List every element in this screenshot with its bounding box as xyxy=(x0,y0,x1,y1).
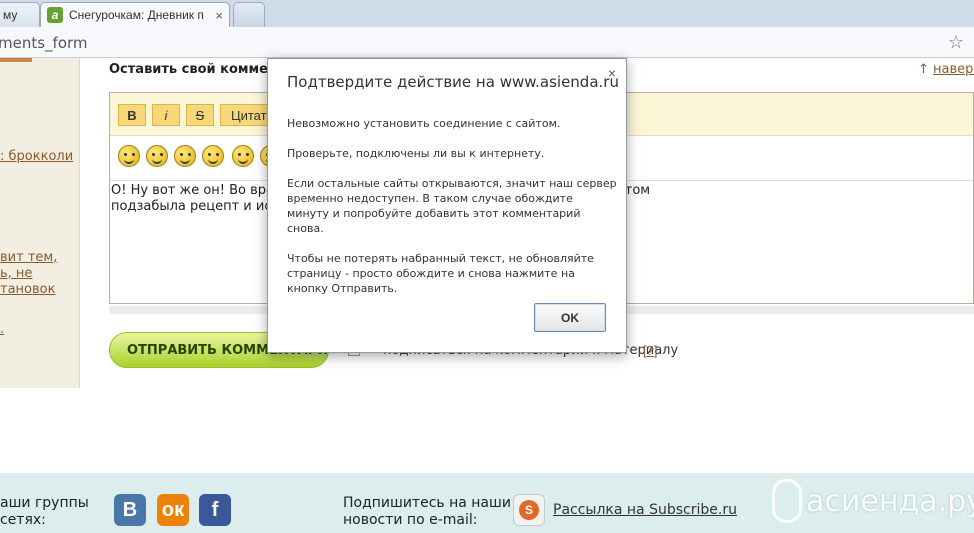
sidebar-link[interactable]: вит тем, xyxy=(0,250,57,265)
sidebar-link[interactable]: ь, не xyxy=(0,266,32,281)
email-subscribe-text: Подпишитесь на наши новости по e-mail: xyxy=(343,495,511,529)
subscribe-ru-icon[interactable]: S xyxy=(513,494,545,526)
logo-text: асиенда.ру xyxy=(806,483,974,519)
sidebar-link[interactable]: : брокколи xyxy=(0,149,73,164)
social-groups-text: аши группы сетях: xyxy=(0,495,89,529)
new-tab-button[interactable] xyxy=(233,2,265,27)
dialog-title: Подтвердите действие на www.asienda.ru xyxy=(287,73,619,91)
dialog-message: Чтобы не потерять набранный текст, не об… xyxy=(287,252,594,295)
smiley-icon[interactable] xyxy=(146,145,168,167)
bookmark-star-icon[interactable]: ☆ xyxy=(948,32,964,53)
dialog-ok-button[interactable]: OK xyxy=(534,303,606,332)
smiley-icon[interactable] xyxy=(174,145,196,167)
smiley-icon[interactable] xyxy=(202,145,224,167)
left-sidebar xyxy=(0,58,80,388)
url-text[interactable]: ments_form xyxy=(0,34,88,52)
site-logo[interactable]: асиенда.ру xyxy=(772,478,974,524)
subscribe-ru-link[interactable]: Рассылка на Subscribe.ru xyxy=(553,502,737,518)
social-groups-line: аши группы xyxy=(0,495,89,511)
logo-mark-icon xyxy=(772,479,802,523)
email-subscribe-line: Подпишитесь на наши xyxy=(343,495,511,511)
sidebar-link[interactable]: тановок xyxy=(0,282,55,297)
social-groups-line: сетях: xyxy=(0,512,46,528)
italic-button[interactable]: i xyxy=(152,104,180,126)
subscribe-ru-logo: S xyxy=(519,500,539,520)
dialog-message: Невозможно установить соединение с сайто… xyxy=(287,117,561,130)
dialog-body: Невозможно установить соединение с сайто… xyxy=(287,116,617,311)
dialog-close-icon[interactable]: × xyxy=(608,65,616,81)
strikethrough-button[interactable]: S xyxy=(186,104,214,126)
sidebar-accent-bar xyxy=(0,58,32,62)
site-favicon-icon: a xyxy=(47,7,63,23)
address-bar[interactable]: ments_form ☆ xyxy=(0,27,974,58)
email-subscribe-line: новости по e-mail: xyxy=(343,512,478,528)
smiley-icon[interactable] xyxy=(118,145,140,167)
sidebar-link[interactable]: . xyxy=(0,322,4,337)
browser-tab-bar: му a Снегурочкам: Дневник п × xyxy=(0,0,974,27)
tab-title: му xyxy=(3,8,18,22)
help-link[interactable]: [?] xyxy=(643,343,657,358)
up-arrow-icon: ↑ xyxy=(918,62,929,77)
tab-title: Снегурочкам: Дневник п xyxy=(69,8,204,22)
bold-button[interactable]: B xyxy=(118,104,146,126)
odnoklassniki-icon[interactable]: ок xyxy=(157,494,189,526)
tab-active[interactable]: a Снегурочкам: Дневник п × xyxy=(40,2,230,27)
smiley-icon[interactable] xyxy=(232,145,254,167)
vk-icon[interactable]: В xyxy=(114,494,146,526)
confirm-dialog: Подтвердите действие на www.asienda.ru ×… xyxy=(267,58,627,353)
up-link-label: наверх xyxy=(933,62,974,77)
tab-previous[interactable]: му xyxy=(0,2,40,27)
dialog-message: Если остальные сайты открываются, значит… xyxy=(287,177,617,235)
scroll-to-top-link[interactable]: ↑ наверх xyxy=(918,62,974,77)
dialog-message: Проверьте, подключены ли вы к интернету. xyxy=(287,147,545,160)
facebook-icon[interactable]: f xyxy=(199,494,231,526)
close-tab-icon[interactable]: × xyxy=(215,8,223,23)
